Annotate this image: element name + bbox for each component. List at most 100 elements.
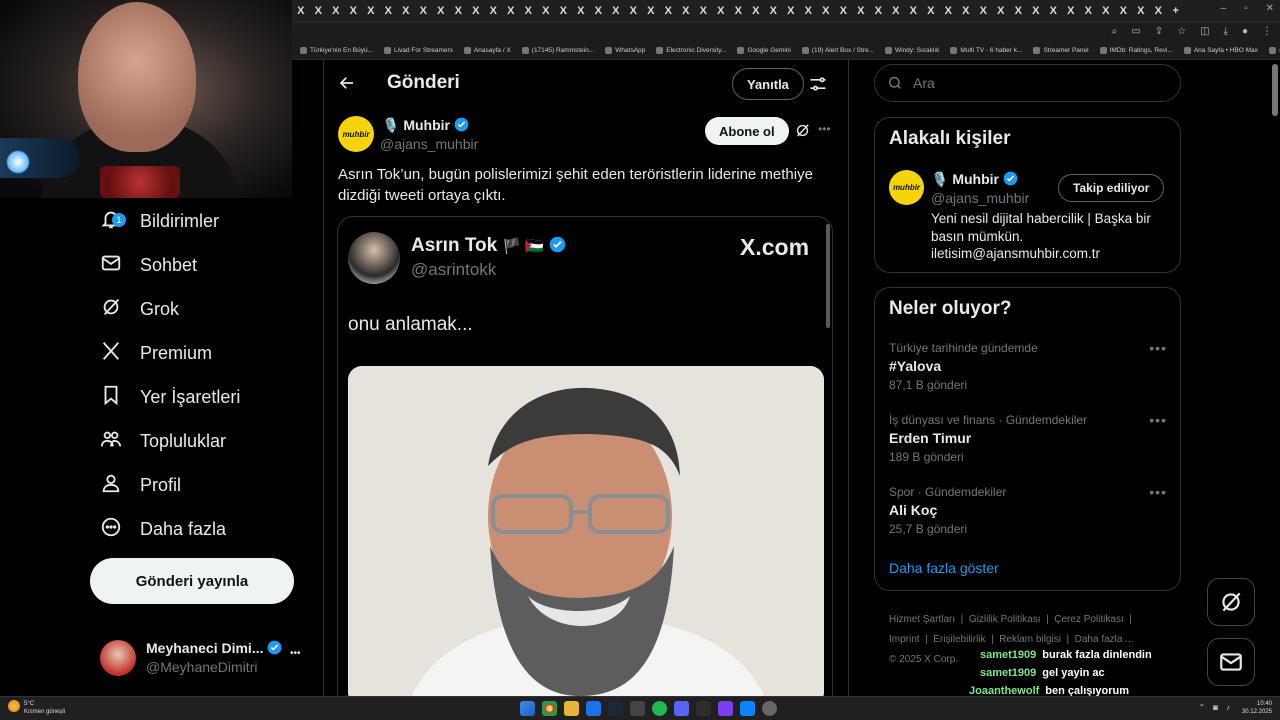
- bookmark-item[interactable]: Windy: Sıcaklık: [884, 47, 939, 54]
- app-icon[interactable]: [630, 701, 645, 716]
- browser-tab[interactable]: X: [310, 5, 328, 17]
- clock[interactable]: 10:40 30.12.2025: [1242, 700, 1272, 716]
- browser-tab[interactable]: X: [397, 5, 415, 17]
- browser-tab[interactable]: X: [712, 5, 730, 17]
- chrome-icon[interactable]: [542, 701, 557, 716]
- browser-tab[interactable]: X: [362, 5, 380, 17]
- browser-tab[interactable]: X: [660, 5, 678, 17]
- embed-scrollbar[interactable]: [826, 224, 830, 328]
- browser-tab[interactable]: X: [520, 5, 538, 17]
- sidebar-item-communities[interactable]: Topluluklar: [100, 419, 226, 463]
- quote-photo[interactable]: [348, 366, 824, 706]
- bookmark-item[interactable]: Ana Sayfa • HBO Max: [1183, 47, 1258, 54]
- folder-icon[interactable]: [564, 701, 579, 716]
- browser-tab[interactable]: X: [747, 5, 765, 17]
- trend-more-icon[interactable]: •••: [1149, 412, 1167, 428]
- trend-item[interactable]: İş dünyası ve finans · Gündemdekiler Erd…: [874, 410, 1181, 468]
- post-author-avatar[interactable]: muhbir: [338, 116, 374, 152]
- browser-tab[interactable]: X: [922, 5, 940, 17]
- browser-tab[interactable]: X: [590, 5, 608, 17]
- sidebar-item-chat[interactable]: Sohbet: [100, 243, 197, 287]
- star-icon[interactable]: ☆: [1177, 26, 1186, 37]
- browser-tab[interactable]: X: [555, 5, 573, 17]
- trend-item[interactable]: Türkiye tarihinde gündemde #Yalova 87,1 …: [874, 338, 1181, 396]
- browser-tab[interactable]: X: [1115, 5, 1133, 17]
- browser-tab[interactable]: X: [1097, 5, 1115, 17]
- related-handle[interactable]: @ajans_muhbir: [931, 190, 1029, 206]
- browser-tab[interactable]: X: [765, 5, 783, 17]
- browser-tab[interactable]: X: [1010, 5, 1028, 17]
- browser-tab[interactable]: X: [992, 5, 1010, 17]
- new-tab-button[interactable]: +: [1167, 5, 1185, 17]
- browser-tab[interactable]: X: [887, 5, 905, 17]
- profile-icon[interactable]: ●: [1242, 26, 1248, 37]
- address-bar[interactable]: ⌕ ▭ ⇪ ☆ ◫ ⤓ ● ⋮: [292, 22, 1280, 42]
- trend-more-icon[interactable]: •••: [1149, 340, 1167, 356]
- footer-link[interactable]: Reklam bilgisi: [999, 634, 1061, 645]
- app-icon[interactable]: [740, 701, 755, 716]
- footer-link[interactable]: Erişilebilirlik: [933, 634, 985, 645]
- footer-link[interactable]: Çerez Politikası: [1054, 614, 1123, 625]
- search-input[interactable]: Ara: [874, 64, 1181, 102]
- browser-tab[interactable]: X: [432, 5, 450, 17]
- browser-tab[interactable]: X: [782, 5, 800, 17]
- bookmark-item[interactable]: WhatsApp: [605, 47, 645, 54]
- browser-tab[interactable]: X: [345, 5, 363, 17]
- browser-tab[interactable]: X: [852, 5, 870, 17]
- browser-tab[interactable]: X: [695, 5, 713, 17]
- show-more-link[interactable]: Daha fazla göster: [889, 560, 999, 576]
- minimize-button[interactable]: –: [1221, 3, 1227, 14]
- sidebar-item-premium[interactable]: Premium: [100, 331, 212, 375]
- spotify-icon[interactable]: [652, 701, 667, 716]
- obs-icon[interactable]: [762, 701, 777, 716]
- footer-link[interactable]: Imprint: [889, 634, 920, 645]
- extensions-icon[interactable]: ◫: [1200, 26, 1209, 37]
- steam-icon[interactable]: [608, 701, 623, 716]
- browser-tab[interactable]: X: [450, 5, 468, 17]
- bookmark-item[interactable]: Türkiye'nin En Büyü...: [300, 47, 373, 54]
- bookmark-item[interactable]: Multi TV - 6 haber k...: [950, 47, 1022, 54]
- browser-tab[interactable]: X: [730, 5, 748, 17]
- browser-tab[interactable]: X: [817, 5, 835, 17]
- trend-more-icon[interactable]: •••: [1149, 484, 1167, 500]
- filter-icon[interactable]: [808, 74, 828, 94]
- sidebar-item-more[interactable]: Daha fazla: [100, 507, 226, 551]
- trend-item[interactable]: Spor · Gündemdekiler Ali Koç 25,7 B gönd…: [874, 482, 1181, 540]
- browser-tab[interactable]: X: [870, 5, 888, 17]
- browser-tab[interactable]: X: [380, 5, 398, 17]
- page-scrollbar[interactable]: [1272, 64, 1278, 116]
- browser-tab[interactable]: X: [975, 5, 993, 17]
- cast-icon[interactable]: ▭: [1131, 26, 1140, 37]
- close-window-button[interactable]: ✕: [1266, 3, 1274, 14]
- account-more-icon[interactable]: •••: [290, 648, 301, 659]
- bookmark-item[interactable]: (17145) Rammstein...: [521, 47, 594, 54]
- browser-tab[interactable]: X: [1062, 5, 1080, 17]
- app-icon[interactable]: [586, 701, 601, 716]
- discord-icon[interactable]: [674, 701, 689, 716]
- post-button[interactable]: Gönderi yayınla: [90, 558, 294, 604]
- menu-icon[interactable]: ⋮: [1262, 26, 1272, 37]
- browser-tab[interactable]: X: [677, 5, 695, 17]
- bookmark-item[interactable]: IMDb: Ratings, Revi...: [1099, 47, 1173, 54]
- start-icon[interactable]: [520, 701, 535, 716]
- app-icon[interactable]: [718, 701, 733, 716]
- browser-tab[interactable]: X: [415, 5, 433, 17]
- following-button[interactable]: Takip ediliyor: [1058, 174, 1165, 202]
- post-author-handle[interactable]: @ajans_muhbir: [380, 136, 478, 152]
- share-icon[interactable]: ⇪: [1155, 26, 1163, 37]
- bookmark-item[interactable]: Streamer Panel: [1033, 47, 1089, 54]
- sidebar-item-grok[interactable]: Grok: [100, 287, 179, 331]
- browser-tab[interactable]: X: [1045, 5, 1063, 17]
- browser-tab[interactable]: X: [1027, 5, 1045, 17]
- browser-tab[interactable]: X: [642, 5, 660, 17]
- subscribe-button[interactable]: Abone ol: [705, 117, 789, 145]
- bookmark-item[interactable]: Google Gemini: [737, 47, 791, 54]
- weather-widget[interactable]: 5°C Kısmen güneşli: [8, 700, 65, 716]
- account-switcher[interactable]: Meyhaneci Dimi... @MeyhaneDimitri •••: [100, 636, 310, 680]
- browser-tab[interactable]: X: [572, 5, 590, 17]
- maximize-button[interactable]: ▫: [1244, 3, 1248, 14]
- footer-link[interactable]: Hizmet Şartları: [889, 614, 955, 625]
- bookmark-item[interactable]: Livad For Streamers: [384, 47, 453, 54]
- browser-tab[interactable]: X: [1132, 5, 1150, 17]
- browser-tab[interactable]: X: [607, 5, 625, 17]
